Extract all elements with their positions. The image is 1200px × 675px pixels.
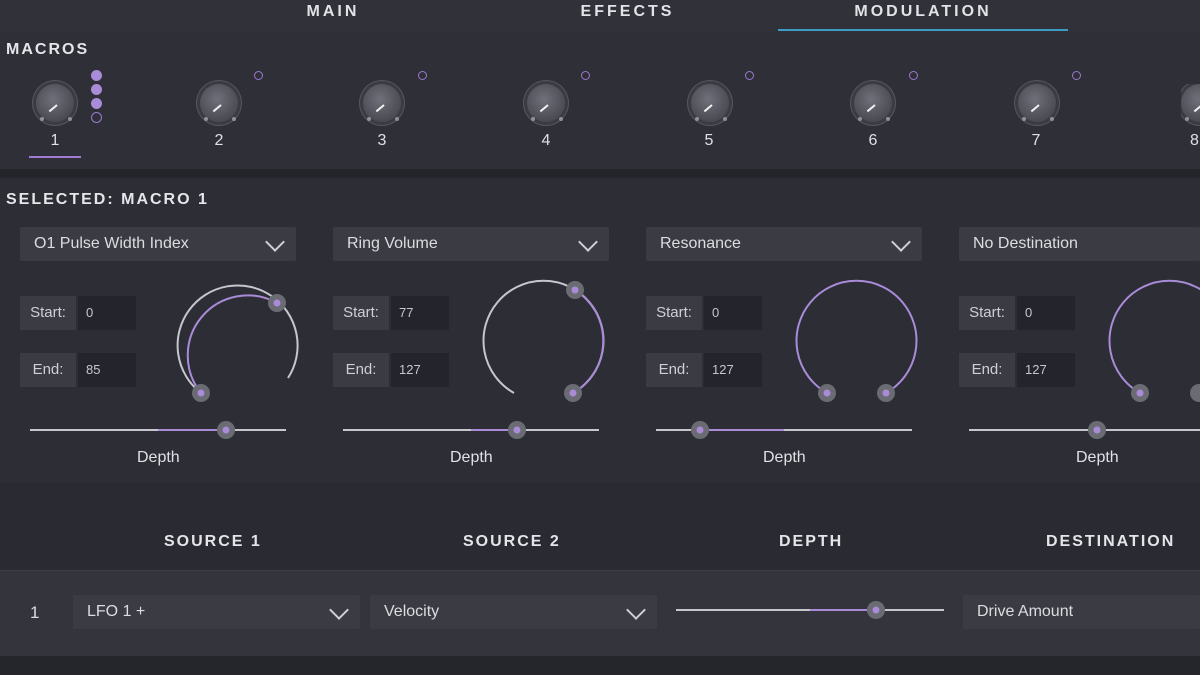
assigned-slot-icon[interactable]: [91, 98, 102, 109]
knob-min-dot: [695, 117, 699, 121]
end-label: End:: [333, 353, 389, 387]
start-label: Start:: [20, 296, 76, 330]
bottom-divider: [0, 656, 1200, 675]
knob-max-dot: [68, 117, 72, 121]
slot-2-depth-slider[interactable]: [341, 418, 603, 442]
dropdown-value: O1 Pulse Width Index: [34, 235, 189, 252]
slot-3-start-input[interactable]: 0: [704, 296, 762, 330]
slot-3-depth-slider[interactable]: [654, 418, 916, 442]
slot-2-start-input[interactable]: 77: [391, 296, 449, 330]
slot-4-start-input[interactable]: 0: [1017, 296, 1075, 330]
macro-number: 2: [214, 132, 224, 149]
end-label: End:: [959, 353, 1015, 387]
slot-4-range-arc[interactable]: [1099, 270, 1200, 410]
slot-2-destination-dropdown[interactable]: Ring Volume: [333, 227, 609, 261]
macro-selected-indicator: [29, 156, 81, 158]
slot-3-end-input[interactable]: 127: [704, 353, 762, 387]
assigned-slot-icon[interactable]: [91, 84, 102, 95]
macros-title: MACROS: [6, 41, 90, 58]
chevron-down-icon: [329, 600, 349, 620]
empty-slot-icon[interactable]: [254, 71, 263, 80]
knob-max-dot: [723, 117, 727, 121]
knob-max-dot: [395, 117, 399, 121]
end-label: End:: [20, 353, 76, 387]
empty-slot-icon[interactable]: [418, 71, 427, 80]
start-label: Start:: [646, 296, 702, 330]
knob-min-dot: [40, 117, 44, 121]
row-1-source-1-dropdown[interactable]: LFO 1 +: [73, 595, 360, 629]
slot-3-range-arc[interactable]: [786, 270, 926, 410]
depth-label: Depth: [1076, 449, 1119, 466]
chevron-down-icon: [626, 600, 646, 620]
tab-modulation[interactable]: MODULATION: [838, 3, 1008, 25]
empty-slot-icon[interactable]: [909, 71, 918, 80]
tab-main[interactable]: MAIN: [278, 3, 388, 25]
column-header-destination: DESTINATION: [1046, 533, 1176, 550]
chevron-down-icon: [265, 232, 285, 252]
start-label: Start:: [333, 296, 389, 330]
column-header-source-2: SOURCE 2: [463, 533, 561, 550]
active-tab-indicator: [778, 29, 1068, 31]
row-index: 1: [30, 603, 40, 622]
knob-min-dot: [367, 117, 371, 121]
row-1-source-2-dropdown[interactable]: Velocity: [370, 595, 657, 629]
slot-1-start-input[interactable]: 0: [78, 296, 136, 330]
macro-number: 5: [704, 132, 714, 149]
macro-number: 3: [377, 132, 387, 149]
knob-min-dot: [1185, 117, 1189, 121]
row-1-depth-slider[interactable]: [674, 598, 946, 622]
assigned-slot-icon[interactable]: [91, 70, 102, 81]
knob-max-dot: [886, 117, 890, 121]
dropdown-value: LFO 1 +: [87, 603, 146, 620]
knob-min-dot: [1022, 117, 1026, 121]
knob-max-dot: [232, 117, 236, 121]
mod-matrix-header: [0, 483, 1200, 569]
macro-number: 8: [1190, 132, 1199, 149]
dropdown-value: Drive Amount: [977, 603, 1074, 620]
empty-slot-icon[interactable]: [581, 71, 590, 80]
knob-max-dot: [1050, 117, 1054, 121]
knob-min-dot: [858, 117, 862, 121]
tab-effects[interactable]: EFFECTS: [565, 3, 690, 25]
macro-number: 7: [1031, 132, 1041, 149]
macro-number: 4: [541, 132, 551, 149]
slot-1-destination-dropdown[interactable]: O1 Pulse Width Index: [20, 227, 296, 261]
knob-min-dot: [204, 117, 208, 121]
depth-label: Depth: [137, 449, 180, 466]
slot-1-depth-slider[interactable]: [28, 418, 290, 442]
dropdown-value: Resonance: [660, 235, 741, 252]
chevron-down-icon: [891, 232, 911, 252]
range-end-handle[interactable]: [1190, 384, 1200, 402]
dropdown-value: Velocity: [384, 603, 440, 620]
start-label: Start:: [959, 296, 1015, 330]
empty-slot-icon[interactable]: [1072, 71, 1081, 80]
knob-min-dot: [531, 117, 535, 121]
slot-3-destination-dropdown[interactable]: Resonance: [646, 227, 922, 261]
macro-number: 1: [50, 132, 60, 149]
end-label: End:: [646, 353, 702, 387]
depth-label: Depth: [763, 449, 806, 466]
slot-2-end-input[interactable]: 127: [391, 353, 449, 387]
dropdown-value: Ring Volume: [347, 235, 438, 252]
dropdown-value: No Destination: [973, 235, 1078, 252]
divider: [0, 169, 1200, 178]
knob-max-dot: [559, 117, 563, 121]
empty-slot-icon[interactable]: [91, 112, 102, 123]
chevron-down-icon: [578, 232, 598, 252]
slot-1-end-input[interactable]: 85: [78, 353, 136, 387]
macro-knob-8[interactable]: [1181, 84, 1200, 128]
slot-1-range-arc[interactable]: [160, 270, 300, 410]
slot-4-depth-slider[interactable]: [967, 418, 1200, 442]
row-1-destination-dropdown[interactable]: Drive Amount: [963, 595, 1200, 629]
slot-4-destination-dropdown[interactable]: No Destination: [959, 227, 1200, 261]
column-header-depth: DEPTH: [779, 533, 844, 550]
column-header-source-1: SOURCE 1: [164, 533, 262, 550]
depth-label: Depth: [450, 449, 493, 466]
empty-slot-icon[interactable]: [745, 71, 754, 80]
macro-number: 6: [868, 132, 878, 149]
selected-macro-title: SELECTED: MACRO 1: [6, 191, 209, 208]
slot-2-range-arc[interactable]: [473, 270, 613, 410]
slot-4-end-input[interactable]: 127: [1017, 353, 1075, 387]
